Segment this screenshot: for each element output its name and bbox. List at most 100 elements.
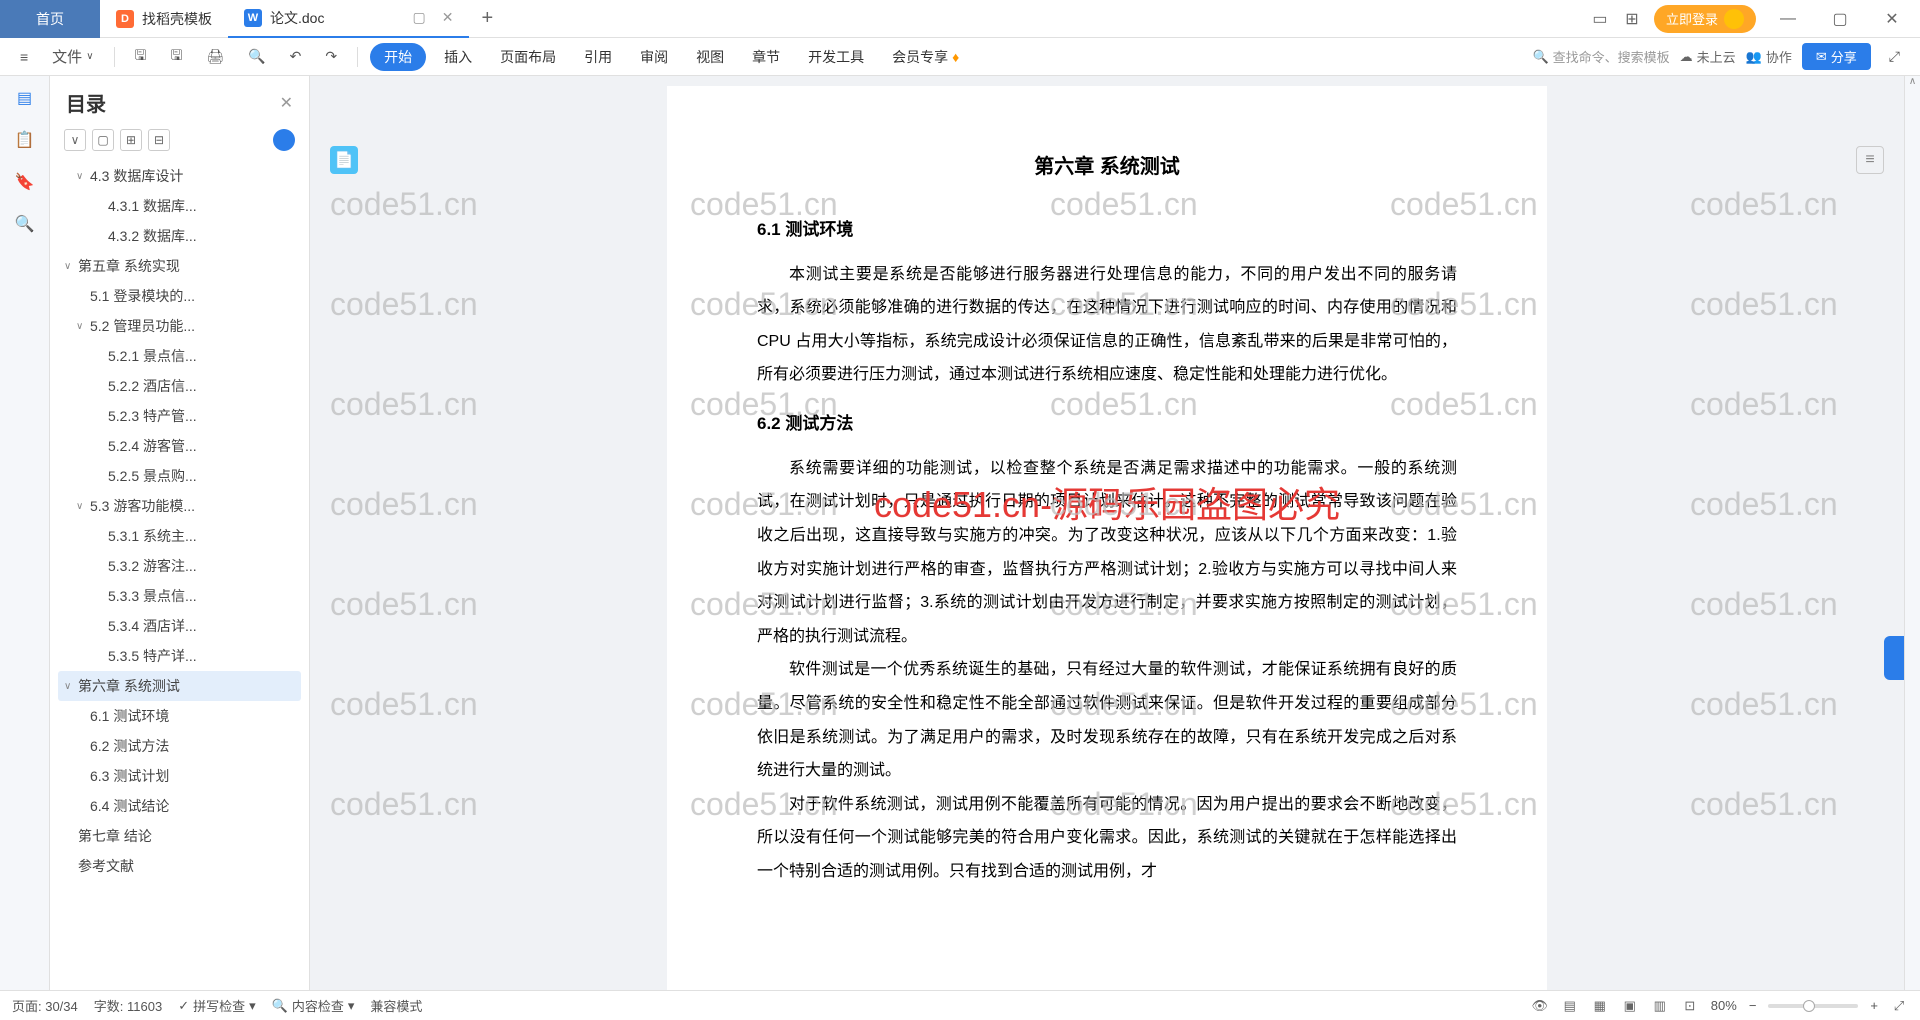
expand-none-icon[interactable]: ▢	[92, 129, 114, 151]
tab-templates[interactable]: D 找稻壳模板	[100, 0, 228, 38]
tab-popout-icon[interactable]: ▢	[412, 9, 425, 26]
outline-item[interactable]: 6.2 测试方法	[58, 731, 301, 761]
search-input[interactable]: 🔍 查找命令、搜索模板	[1532, 47, 1669, 66]
outline-item[interactable]: 6.3 测试计划	[58, 761, 301, 791]
scroll-up-icon[interactable]: ∧	[1905, 76, 1920, 87]
titlebar: 首页 D 找稻壳模板 W 论文.doc ▢ ✕ + ▭ ⊞ 立即登录 — ▢ ✕	[0, 0, 1920, 38]
outline-item[interactable]: ∨第六章 系统测试	[58, 671, 301, 701]
clipboard-icon[interactable]: 📋	[13, 128, 37, 152]
outline-item[interactable]: 5.3.5 特产详...	[58, 641, 301, 671]
outline-item[interactable]: ∨5.2 管理员功能...	[58, 311, 301, 341]
zoom-slider[interactable]	[1768, 1004, 1858, 1008]
tab-document[interactable]: W 论文.doc ▢ ✕	[228, 0, 469, 38]
tab-close-icon[interactable]: ✕	[442, 9, 454, 26]
undo-icon[interactable]: ↶	[282, 44, 310, 69]
outline-item[interactable]: 5.2.1 景点信...	[58, 341, 301, 371]
close-button[interactable]: ✕	[1872, 0, 1912, 38]
outline-title: 目录	[66, 88, 106, 117]
word-icon: W	[244, 9, 262, 27]
word-count[interactable]: 字数: 11603	[94, 996, 162, 1015]
content-check[interactable]: 🔍 内容检查 ▾	[272, 996, 355, 1015]
bookmark-icon[interactable]: 🔖	[13, 170, 37, 194]
zoom-label[interactable]: 80%	[1711, 998, 1737, 1013]
menu-dev[interactable]: 开发工具	[798, 43, 874, 71]
zoom-in-icon[interactable]: +	[1870, 998, 1878, 1013]
start-tab[interactable]: 开始	[370, 43, 426, 71]
outline-item[interactable]: 5.2.4 游客管...	[58, 431, 301, 461]
menu-chapter[interactable]: 章节	[742, 43, 790, 71]
main: ▤ 📋 🔖 🔍 目录 ✕ ∨ ▢ ⊞ ⊟ ∨4.3 数据库设计4.3.1 数据库…	[0, 76, 1920, 990]
view3-icon[interactable]: ▣	[1621, 997, 1639, 1015]
search-rail-icon[interactable]: 🔍	[13, 212, 37, 236]
outline-icon[interactable]: ▤	[13, 86, 37, 110]
watermark: code51.cn	[330, 286, 478, 323]
minimize-button[interactable]: —	[1768, 0, 1808, 38]
outline-item[interactable]: 参考文献	[58, 851, 301, 881]
apps-icon[interactable]: ⊞	[1622, 9, 1642, 29]
outline-item[interactable]: 5.2.5 景点购...	[58, 461, 301, 491]
watermark: code51.cn	[1690, 186, 1838, 223]
maximize-button[interactable]: ▢	[1820, 0, 1860, 38]
save2-icon[interactable]: 🖫	[162, 41, 190, 73]
outline-item[interactable]: 6.1 测试环境	[58, 701, 301, 731]
outline-item[interactable]: ∨4.3 数据库设计	[58, 161, 301, 191]
collapse-all-icon[interactable]: ∨	[64, 129, 86, 151]
watermark: code51.cn	[330, 386, 478, 423]
menu-vip[interactable]: 会员专享 ♦	[882, 43, 969, 71]
menu-review[interactable]: 审阅	[630, 43, 678, 71]
outline-item[interactable]: 5.2.3 特产管...	[58, 401, 301, 431]
side-tab[interactable]	[1884, 636, 1904, 680]
scrollbar[interactable]: ∧	[1904, 76, 1920, 990]
cloud-button[interactable]: ☁ 未上云	[1680, 47, 1736, 66]
collab-button[interactable]: 👥 协作	[1746, 47, 1792, 66]
login-button[interactable]: 立即登录	[1654, 5, 1756, 33]
eye-icon[interactable]: 👁	[1531, 997, 1549, 1015]
sync-icon[interactable]	[273, 129, 295, 151]
doc-tool-right-icon[interactable]: ≡	[1856, 146, 1884, 174]
avatar-icon	[1724, 9, 1744, 29]
outline-item[interactable]: 5.3.2 游客注...	[58, 551, 301, 581]
expand-plus-icon[interactable]: ⊞	[120, 129, 142, 151]
save-icon[interactable]: 🖫	[127, 41, 155, 73]
tab-add-button[interactable]: +	[469, 7, 505, 30]
outline-item[interactable]: 6.4 测试结论	[58, 791, 301, 821]
outline-item[interactable]: 5.2.2 酒店信...	[58, 371, 301, 401]
zoom-out-icon[interactable]: −	[1749, 998, 1757, 1013]
doc-tool-left-icon[interactable]: 📄	[330, 146, 358, 174]
outline-item[interactable]: 5.3.4 酒店详...	[58, 611, 301, 641]
outline-item[interactable]: ∨第五章 系统实现	[58, 251, 301, 281]
outline-item[interactable]: 4.3.1 数据库...	[58, 191, 301, 221]
compat-mode[interactable]: 兼容模式	[370, 996, 422, 1015]
menu-insert[interactable]: 插入	[434, 43, 482, 71]
expand-icon[interactable]: ⤢	[1881, 44, 1908, 69]
outline-item[interactable]: 5.1 登录模块的...	[58, 281, 301, 311]
statusbar: 页面: 30/34 字数: 11603 ✓ 拼写检查 ▾ 🔍 内容检查 ▾ 兼容…	[0, 990, 1920, 1020]
menu-layout[interactable]: 页面布局	[490, 43, 566, 71]
preview-icon[interactable]: 🔍	[240, 44, 273, 69]
outline-item[interactable]: ∨5.3 游客功能模...	[58, 491, 301, 521]
document-area[interactable]: 📄 ≡ 第六章 系统测试 6.1 测试环境 本测试主要是系统是否能够进行服务器进…	[310, 76, 1904, 990]
menu-view[interactable]: 视图	[686, 43, 734, 71]
tab-home[interactable]: 首页	[0, 0, 100, 38]
spell-check[interactable]: ✓ 拼写检查 ▾	[178, 996, 255, 1015]
file-menu[interactable]: 文件 ∨	[44, 42, 101, 71]
fullscreen-icon[interactable]: ⤢	[1890, 997, 1908, 1015]
share-button[interactable]: ✉ 分享	[1802, 43, 1871, 70]
outline-item[interactable]: 5.3.3 景点信...	[58, 581, 301, 611]
redo-icon[interactable]: ↷	[317, 44, 345, 69]
view4-icon[interactable]: ▥	[1651, 997, 1669, 1015]
outline-item[interactable]: 5.3.1 系统主...	[58, 521, 301, 551]
layout-icon[interactable]: ▭	[1590, 9, 1610, 29]
view1-icon[interactable]: ▤	[1561, 997, 1579, 1015]
page-indicator[interactable]: 页面: 30/34	[12, 996, 78, 1015]
zoom-fit-icon[interactable]: ⊡	[1681, 997, 1699, 1015]
outline-item[interactable]: 第七章 结论	[58, 821, 301, 851]
watermark: code51.cn	[1690, 686, 1838, 723]
menu-icon[interactable]: ≡	[12, 45, 36, 69]
outline-item[interactable]: 4.3.2 数据库...	[58, 221, 301, 251]
menu-citation[interactable]: 引用	[574, 43, 622, 71]
view2-icon[interactable]: ▦	[1591, 997, 1609, 1015]
outline-close-icon[interactable]: ✕	[280, 93, 293, 113]
print-icon[interactable]: 🖨	[198, 44, 232, 69]
expand-minus-icon[interactable]: ⊟	[148, 129, 170, 151]
